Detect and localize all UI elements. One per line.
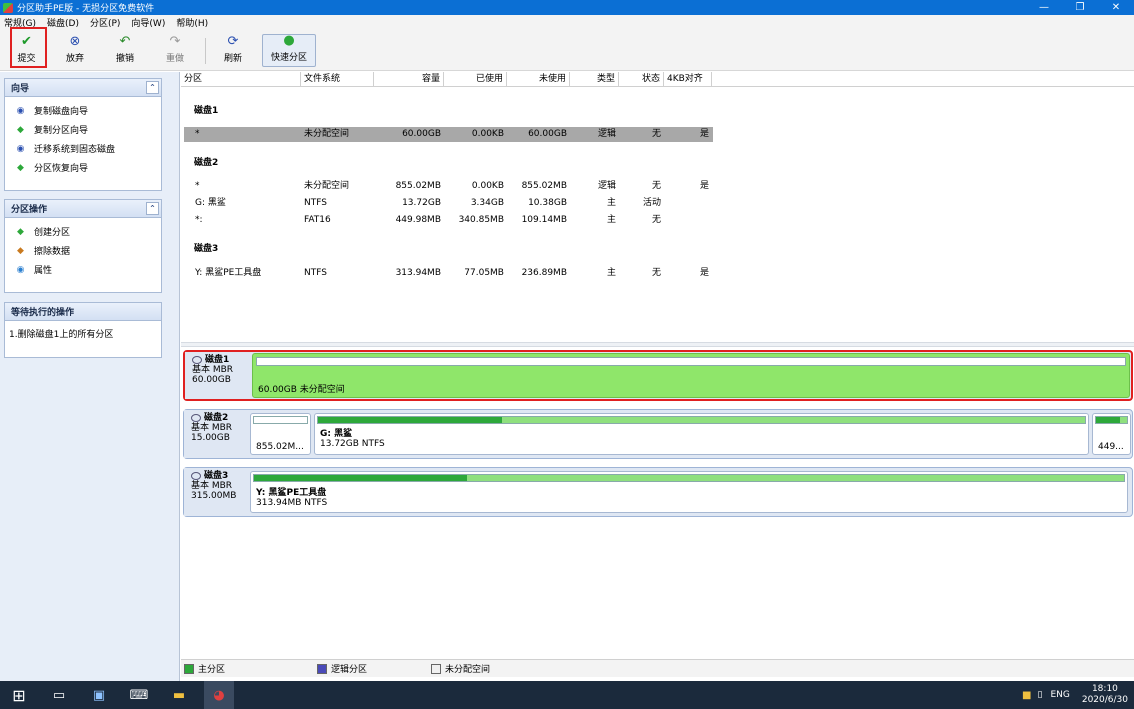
partition-used-bar: [318, 417, 503, 423]
col-capacity[interactable]: 容量: [374, 72, 444, 87]
disk2-partition-fat16[interactable]: 449...: [1092, 413, 1131, 455]
file-explorer-icon[interactable]: ▬: [164, 681, 194, 709]
toolbar-separator: [205, 38, 206, 64]
clock[interactable]: 18:10 2020/6/30: [1082, 684, 1128, 706]
col-used[interactable]: 已使用: [444, 72, 507, 87]
color-flag-icon[interactable]: ■: [1022, 690, 1031, 701]
disk-icon: [191, 414, 201, 422]
wizard-panel-title: 向导: [11, 84, 30, 94]
undo-icon: ↶: [119, 34, 131, 49]
legend-unallocated: 未分配空间: [431, 662, 490, 675]
disk3-bar[interactable]: 磁盘3 基本 MBR 315.00MB Y: 黑鲨PE工具盘 313.94MB …: [183, 467, 1133, 517]
computer-icon[interactable]: ▣: [84, 681, 114, 709]
discard-icon: ⊗: [69, 34, 81, 49]
disk3-partition-y[interactable]: Y: 黑鲨PE工具盘 313.94MB NTFS: [250, 471, 1128, 513]
disk1-unallocated-segment[interactable]: 60.00GB 未分配空间: [252, 353, 1130, 398]
redo-button[interactable]: ↷ 重做: [160, 34, 190, 67]
refresh-button[interactable]: ⟳ 刷新: [218, 34, 248, 67]
col-type[interactable]: 类型: [570, 72, 619, 87]
col-free[interactable]: 未使用: [507, 72, 570, 87]
maximize-button[interactable]: ❐: [1062, 0, 1098, 15]
disk-map: 磁盘1 基本 MBR 60.00GB 60.00GB 未分配空间 磁盘2 基本 …: [181, 347, 1134, 659]
create-partition-icon: ◆: [17, 226, 24, 237]
menu-wizard[interactable]: 向导(W): [131, 16, 165, 29]
toolbar: ✔ 提交 ⊗ 放弃 ↶ 撤销 ↷ 重做 ⟳ 刷新 ● 快速分区: [0, 30, 1134, 71]
recovery-icon: ◆: [17, 162, 24, 173]
disk2-unallocated-segment[interactable]: 855.02M...: [250, 413, 311, 455]
disk3-heading: 磁盘3: [194, 244, 219, 254]
redo-icon: ↷: [169, 34, 181, 49]
window-controls: — ❐ ✕: [1026, 0, 1134, 15]
device-icon[interactable]: ▯: [1037, 690, 1042, 700]
ops-panel-title: 分区操作: [11, 205, 48, 215]
pending-ops-panel: 等待执行的操作 1.删除磁盘1上的所有分区: [4, 302, 162, 358]
wizard-panel: 向导 ⌃ ◉ 复制磁盘向导 ◆ 复制分区向导 ◉ 迁移系统到固态磁盘 ◆ 分区恢复向导: [4, 78, 162, 191]
disk-icon: [191, 472, 201, 480]
partition-used-bar: [254, 475, 468, 481]
partition-table: 分区 文件系统 容量 已使用 未使用 类型 状态 4KB对齐 磁盘1 * 未分配…: [181, 72, 1134, 342]
app-icon: [3, 2, 13, 13]
system-tray: ■ ▯ ENG 18:10 2020/6/30: [1022, 681, 1128, 709]
table-row[interactable]: * 未分配空间 60.00GB 0.00KB 60.00GB 逻辑 无 是: [184, 127, 713, 142]
wipe-icon: ◆: [17, 245, 24, 256]
close-button[interactable]: ✕: [1098, 0, 1134, 15]
discard-button[interactable]: ⊗ 放弃: [60, 34, 90, 67]
collapse-icon[interactable]: ⌃: [146, 81, 159, 94]
menu-disk[interactable]: 磁盘(D): [47, 16, 79, 29]
disk2-bar[interactable]: 磁盘2 基本 MBR 15.00GB 855.02M... G: 黑鲨 13.7…: [183, 409, 1133, 459]
legend-primary: 主分区: [184, 662, 225, 675]
wizard-partition-recovery[interactable]: ◆ 分区恢复向导: [5, 158, 161, 177]
commit-highlight: [10, 27, 47, 68]
col-4k-align[interactable]: 4KB对齐: [664, 72, 712, 87]
disk-icon: [192, 356, 202, 364]
partition-ops-panel: 分区操作 ⌃ ◆ 创建分区 ◆ 擦除数据 ◉ 属性: [4, 199, 162, 293]
table-row[interactable]: Y: 黑鲨PE工具盘 NTFS 313.94MB 77.05MB 236.89M…: [184, 266, 712, 281]
menu-help[interactable]: 帮助(H): [176, 16, 208, 29]
window-title: 分区助手PE版 - 无损分区免费软件: [17, 4, 155, 14]
op-create-partition[interactable]: ◆ 创建分区: [5, 222, 161, 241]
op-properties[interactable]: ◉ 属性: [5, 260, 161, 279]
pending-op-item: 1.删除磁盘1上的所有分区: [9, 330, 114, 340]
disk1-bar[interactable]: 磁盘1 基本 MBR 60.00GB 60.00GB 未分配空间: [183, 350, 1133, 401]
copy-disk-icon: ◉: [16, 105, 25, 116]
wizard-copy-disk[interactable]: ◉ 复制磁盘向导: [5, 101, 161, 120]
copy-partition-icon: ◆: [17, 124, 24, 135]
table-row[interactable]: *: FAT16 449.98MB 340.85MB 109.14MB 主 无: [184, 213, 712, 228]
table-row[interactable]: * 未分配空间 855.02MB 0.00KB 855.02MB 逻辑 无 是: [184, 179, 712, 194]
properties-icon: ◉: [16, 264, 25, 275]
menu-partition[interactable]: 分区(P): [90, 16, 120, 29]
left-pane: 向导 ⌃ ◉ 复制磁盘向导 ◆ 复制分区向导 ◉ 迁移系统到固态磁盘 ◆ 分区恢复向导 …: [0, 72, 180, 686]
legend-logical: 逻辑分区: [317, 662, 367, 675]
wizard-migrate-os[interactable]: ◉ 迁移系统到固态磁盘: [5, 139, 161, 158]
table-row[interactable]: G: 黑鲨 NTFS 13.72GB 3.34GB 10.38GB 主 活动: [184, 196, 712, 211]
language-indicator[interactable]: ENG: [1050, 690, 1069, 700]
taskbar: ⊞ ▭ ▣ ⌨ ▬ ◕ ■ ▯ ENG 18:10 2020/6/30: [0, 681, 1134, 709]
disk2-partition-g[interactable]: G: 黑鲨 13.72GB NTFS: [314, 413, 1089, 455]
col-status[interactable]: 状态: [619, 72, 664, 87]
pending-panel-title: 等待执行的操作: [11, 308, 75, 318]
col-partition[interactable]: 分区: [181, 72, 301, 87]
col-filesystem[interactable]: 文件系统: [301, 72, 374, 87]
partition-used-bar: [1096, 417, 1120, 423]
quick-partition-button[interactable]: ● 快速分区: [262, 34, 316, 67]
windows-start-icon[interactable]: ⊞: [4, 681, 34, 709]
disk-drive-icon[interactable]: ▭: [44, 681, 74, 709]
table-header: 分区 文件系统 容量 已使用 未使用 类型 状态 4KB对齐: [181, 72, 1134, 87]
collapse-icon[interactable]: ⌃: [146, 202, 159, 215]
title-bar: 分区助手PE版 - 无损分区免费软件 — ❐ ✕: [0, 0, 1134, 15]
refresh-icon: ⟳: [227, 34, 239, 49]
wizard-copy-partition[interactable]: ◆ 复制分区向导: [5, 120, 161, 139]
minimize-button[interactable]: —: [1026, 0, 1062, 15]
undo-button[interactable]: ↶ 撤销: [110, 34, 140, 67]
disk2-heading: 磁盘2: [194, 158, 219, 168]
op-wipe-data[interactable]: ◆ 擦除数据: [5, 241, 161, 260]
disk1-heading: 磁盘1: [194, 106, 219, 116]
partition-assistant-icon[interactable]: ◕: [204, 681, 234, 709]
keyboard-icon[interactable]: ⌨: [124, 681, 154, 709]
disk-icon: ●: [283, 33, 295, 48]
migrate-icon: ◉: [16, 143, 25, 154]
legend-bar: 主分区 逻辑分区 未分配空间: [181, 659, 1134, 677]
menu-bar: 常规(G) 磁盘(D) 分区(P) 向导(W) 帮助(H): [0, 15, 1134, 30]
